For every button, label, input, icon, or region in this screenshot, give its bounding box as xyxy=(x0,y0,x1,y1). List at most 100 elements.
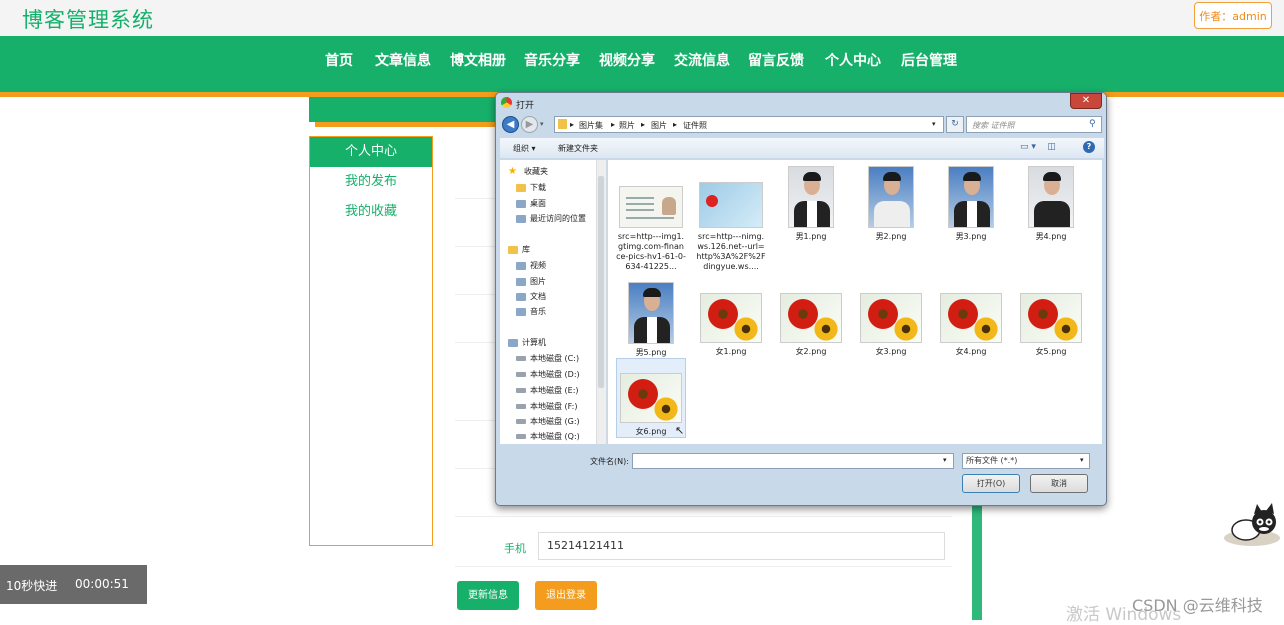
file-item[interactable]: 男2.png xyxy=(856,166,926,242)
nav-drive-c[interactable]: 本地磁盘 (C:) xyxy=(516,353,579,364)
nav-recent[interactable]: 最近访问的位置 xyxy=(516,213,586,224)
nav-item-profile[interactable]: 个人中心 xyxy=(825,52,881,70)
dialog-footer: 文件名(N): ▾ 所有文件 (*.*) ▾ 打开(O) 取消 xyxy=(500,446,1104,502)
video-time: 00:00:51 xyxy=(75,577,129,591)
file-item[interactable]: 女4.png xyxy=(936,293,1006,357)
dialog-titlebar[interactable]: 打开 ✕ xyxy=(496,93,1106,115)
logout-button[interactable]: 退出登录 xyxy=(535,581,597,610)
nav-pictures[interactable]: 图片 xyxy=(516,276,546,287)
file-list-pane: src=http---img1.gtimg.com-finance-pics-h… xyxy=(608,160,1102,444)
nav-item-exchange[interactable]: 交流信息 xyxy=(674,52,730,70)
nav-computer[interactable]: 计算机 xyxy=(508,337,546,348)
dialog-toolbar: 组织 ▾ 新建文件夹 ▭ ▾ ◫ ? xyxy=(500,138,1104,158)
breadcrumb-item[interactable]: 图片集 xyxy=(579,120,603,131)
file-name: 女1.png xyxy=(715,347,747,356)
nav-videos[interactable]: 视频 xyxy=(516,260,546,271)
file-name: 女3.png xyxy=(875,347,907,356)
close-icon[interactable]: ✕ xyxy=(1070,93,1102,109)
nav-desktop[interactable]: 桌面 xyxy=(516,198,546,209)
breadcrumb-item[interactable]: 图片 xyxy=(651,120,667,131)
nav-item-video[interactable]: 视频分享 xyxy=(599,52,655,70)
address-row: ◀ ▶ ▾ ▸ 图片集 ▸ 照片 ▸ 图片 ▸ 证件照 ▾ ↻ 搜索 证件照 ⚲ xyxy=(500,115,1104,135)
flower-thumbnail xyxy=(1020,293,1082,343)
history-dropdown-icon[interactable]: ▾ xyxy=(540,120,544,128)
file-name: 女2.png xyxy=(795,347,827,356)
search-placeholder: 搜索 证件照 xyxy=(972,121,1015,130)
nav-item-albums[interactable]: 博文相册 xyxy=(450,52,506,70)
computer-icon xyxy=(508,338,518,347)
library-icon xyxy=(508,245,518,254)
sidebar-item-my-favorites[interactable]: 我的收藏 xyxy=(310,197,432,227)
file-item[interactable]: src=http---nimg.ws.126.net--url=http%3A%… xyxy=(696,182,766,272)
id-card-thumbnail xyxy=(699,182,763,228)
nav-documents[interactable]: 文档 xyxy=(516,291,546,302)
nav-item-music[interactable]: 音乐分享 xyxy=(524,52,580,70)
file-name: 男2.png xyxy=(875,232,907,241)
nav-libraries[interactable]: 库 xyxy=(508,244,530,255)
document-library-icon xyxy=(516,292,526,301)
file-item[interactable]: 男4.png xyxy=(1016,166,1086,242)
update-info-button[interactable]: 更新信息 xyxy=(457,581,519,610)
dialog-title: 打开 xyxy=(516,101,535,111)
nav-item-admin[interactable]: 后台管理 xyxy=(901,52,957,70)
flower-thumbnail xyxy=(860,293,922,343)
drive-icon xyxy=(516,356,526,361)
fast-forward-label[interactable]: 10秒快进 xyxy=(6,577,57,594)
help-icon[interactable]: ? xyxy=(1083,141,1095,153)
filename-input[interactable] xyxy=(632,453,954,469)
file-item[interactable]: 女1.png xyxy=(696,293,766,357)
nav-item-feedback[interactable]: 留言反馈 xyxy=(748,52,804,70)
music-note-icon xyxy=(516,307,526,316)
refresh-icon[interactable]: ↻ xyxy=(946,116,964,133)
nav-drive-q[interactable]: 本地磁盘 (Q:) xyxy=(516,431,580,442)
cat-mascot-icon xyxy=(1222,502,1284,548)
breadcrumb-item[interactable]: 证件照 xyxy=(683,120,707,131)
chevron-down-icon[interactable]: ▾ xyxy=(943,456,947,464)
file-item[interactable]: 男5.png xyxy=(616,282,686,358)
nav-drive-d[interactable]: 本地磁盘 (D:) xyxy=(516,369,580,380)
file-item[interactable]: 女3.png xyxy=(856,293,926,357)
nav-downloads[interactable]: 下载 xyxy=(516,182,546,193)
flower-thumbnail xyxy=(780,293,842,343)
author-button[interactable]: 作者：admin xyxy=(1194,2,1272,29)
new-folder-button[interactable]: 新建文件夹 xyxy=(558,143,598,154)
file-item[interactable]: 男3.png xyxy=(936,166,1006,242)
forward-arrow-icon[interactable]: ▶ xyxy=(521,116,538,133)
sidebar-item-my-posts[interactable]: 我的发布 xyxy=(310,167,432,197)
phone-input[interactable]: 15214121411 xyxy=(538,532,945,560)
star-icon: ★ xyxy=(508,165,517,177)
open-button[interactable]: 打开(O) xyxy=(962,474,1020,493)
nav-item-home[interactable]: 首页 xyxy=(325,52,353,70)
nav-drive-e[interactable]: 本地磁盘 (E:) xyxy=(516,385,579,396)
sidebar-item-profile[interactable]: 个人中心 xyxy=(310,137,432,167)
file-item[interactable]: 男1.png xyxy=(776,166,846,242)
file-name: 男3.png xyxy=(955,232,987,241)
nav-item-articles[interactable]: 文章信息 xyxy=(375,52,431,70)
nav-music[interactable]: 音乐 xyxy=(516,306,546,317)
folder-icon xyxy=(558,119,567,129)
nav-drive-g[interactable]: 本地磁盘 (G:) xyxy=(516,416,580,427)
breadcrumb-item[interactable]: 照片 xyxy=(619,120,635,131)
nav-drive-f[interactable]: 本地磁盘 (F:) xyxy=(516,401,577,412)
search-input[interactable]: 搜索 证件照 ⚲ xyxy=(966,116,1102,133)
flower-thumbnail xyxy=(620,373,682,423)
search-icon[interactable]: ⚲ xyxy=(1089,119,1096,129)
address-bar[interactable]: ▸ 图片集 ▸ 照片 ▸ 图片 ▸ 证件照 ▾ xyxy=(554,116,944,133)
file-item[interactable]: 女2.png xyxy=(776,293,846,357)
cancel-button[interactable]: 取消 xyxy=(1030,474,1088,493)
view-options-icon[interactable]: ▭ ▾ ◫ xyxy=(1020,142,1056,152)
nav-pane-scroll-thumb[interactable] xyxy=(598,176,604,388)
file-item[interactable]: src=http---img1.gtimg.com-finance-pics-h… xyxy=(616,186,686,272)
filetype-select[interactable]: 所有文件 (*.*) xyxy=(962,453,1090,469)
nav-favorites[interactable]: ★ 收藏夹 xyxy=(508,166,548,177)
flower-thumbnail xyxy=(940,293,1002,343)
file-item[interactable]: 女5.png xyxy=(1016,293,1086,357)
breadcrumb-separator: ▸ xyxy=(611,120,616,129)
form-divider xyxy=(455,516,952,517)
chevron-down-icon[interactable]: ▾ xyxy=(932,120,936,128)
back-arrow-icon[interactable]: ◀ xyxy=(502,116,519,133)
file-name: 女5.png xyxy=(1035,347,1067,356)
organize-button[interactable]: 组织 ▾ xyxy=(513,143,536,154)
chevron-down-icon[interactable]: ▾ xyxy=(1080,456,1084,464)
site-title: 博客管理系统 xyxy=(22,8,154,32)
